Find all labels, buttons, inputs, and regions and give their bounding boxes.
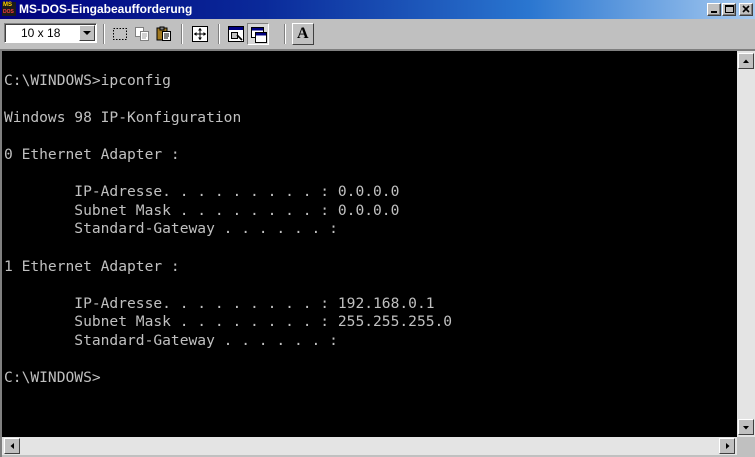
properties-icon	[228, 26, 244, 42]
arrow-up-icon	[743, 59, 749, 63]
console-line: Subnet Mask . . . . . . . . : 255.255.25…	[4, 313, 453, 331]
console-line: C:\WINDOWS>ipconfig	[4, 71, 171, 89]
app-icon-label-bottom: DOS	[3, 9, 14, 15]
scroll-down-button[interactable]	[738, 419, 754, 435]
font-size-dropdown-button[interactable]	[79, 25, 95, 41]
scrollbar-corner	[737, 437, 755, 455]
minimize-button[interactable]	[707, 3, 721, 16]
mark-icon	[113, 28, 127, 40]
arrow-left-icon	[10, 443, 14, 449]
console-line: Windows 98 IP-Konfiguration	[4, 108, 242, 126]
toolbar-separator	[284, 24, 286, 44]
scroll-up-button[interactable]	[738, 53, 754, 69]
maximize-icon	[725, 5, 734, 13]
chevron-down-icon	[83, 31, 91, 35]
scroll-left-button[interactable]	[4, 438, 20, 454]
console-line: IP-Adresse. . . . . . . . . : 0.0.0.0	[4, 183, 400, 201]
background-icon	[251, 27, 267, 43]
title-bar[interactable]: MS DOS MS-DOS-Eingabeaufforderung	[0, 0, 755, 19]
app-icon-label-top: MS	[3, 2, 12, 8]
minimize-icon	[711, 11, 717, 13]
toolbar: 10 x 18 A	[0, 19, 755, 49]
arrow-right-icon	[726, 443, 730, 449]
close-button[interactable]	[739, 3, 753, 16]
mark-button[interactable]	[109, 23, 131, 45]
console-output[interactable]: C:\WINDOWS>ipconfig Windows 98 IP-Konfigu…	[2, 51, 737, 437]
fullscreen-icon	[192, 26, 208, 42]
font-size-select[interactable]: 10 x 18	[4, 23, 97, 43]
close-icon	[742, 5, 750, 13]
arrow-down-icon	[743, 426, 749, 430]
console-line: C:\WINDOWS>	[4, 369, 101, 387]
scroll-right-button[interactable]	[719, 438, 735, 454]
background-button[interactable]	[247, 23, 269, 45]
dos-window: MS DOS MS-DOS-Eingabeaufforderung 10 x 1…	[0, 0, 755, 457]
paste-icon	[156, 26, 171, 41]
properties-button[interactable]	[225, 23, 247, 45]
vertical-scrollbar[interactable]	[737, 51, 755, 437]
toolbar-separator	[103, 24, 105, 44]
ms-dos-app-icon[interactable]: MS DOS	[2, 2, 16, 16]
horizontal-scrollbar[interactable]	[2, 437, 737, 455]
fullscreen-button[interactable]	[189, 23, 211, 45]
console-line: IP-Adresse. . . . . . . . . : 192.168.0.…	[4, 294, 435, 312]
copy-button[interactable]	[131, 23, 153, 45]
font-button[interactable]: A	[292, 23, 314, 45]
font-size-value: 10 x 18	[21, 26, 61, 40]
toolbar-separator	[181, 24, 183, 44]
console-line: Standard-Gateway . . . . . . :	[4, 332, 338, 349]
console-line: Standard-Gateway . . . . . . :	[4, 220, 338, 238]
toolbar-separator	[218, 24, 220, 44]
font-button-label: A	[297, 25, 309, 42]
console-line: 1 Ethernet Adapter :	[4, 257, 180, 275]
window-title: MS-DOS-Eingabeaufforderung	[19, 2, 193, 16]
console-line: Subnet Mask . . . . . . . . : 0.0.0.0	[4, 201, 400, 219]
maximize-button[interactable]	[722, 3, 736, 16]
console-line: 0 Ethernet Adapter :	[4, 146, 180, 163]
copy-icon	[135, 27, 149, 41]
paste-button[interactable]	[153, 23, 175, 45]
